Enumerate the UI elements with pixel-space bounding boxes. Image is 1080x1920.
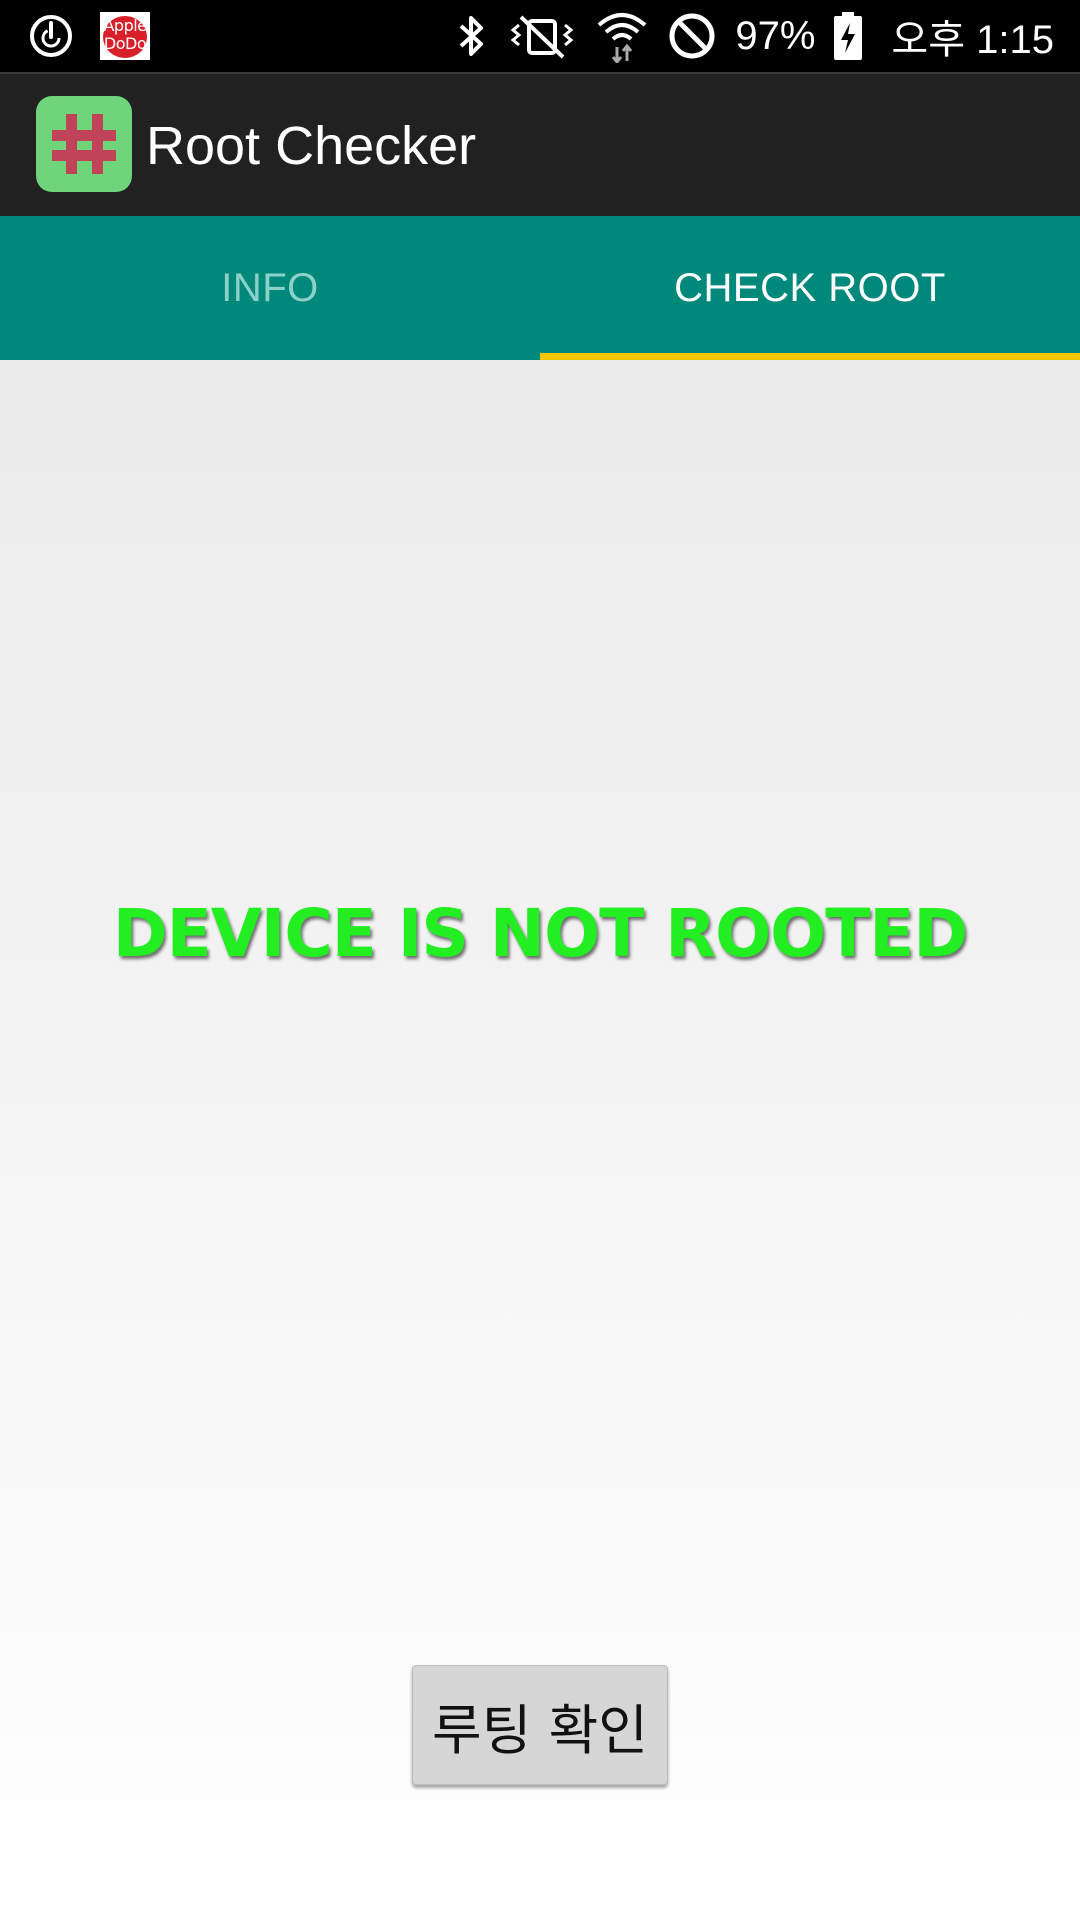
status-bar: Apple DoDo 97% 오후 1:15	[0, 0, 1080, 72]
action-bar: Root Checker	[0, 72, 1080, 218]
tab-info-label: INFO	[221, 265, 319, 310]
root-status-message: DEVICE IS NOT ROOTED	[112, 895, 968, 972]
battery-charging-icon	[833, 11, 863, 61]
tab-selected-indicator	[540, 353, 1080, 360]
vibrate-mute-icon	[507, 13, 577, 59]
tab-info[interactable]: INFO	[0, 216, 540, 360]
app-hash-icon	[36, 96, 132, 192]
check-root-button[interactable]: 루팅 확인	[412, 1665, 668, 1785]
power-cycle-icon	[28, 13, 74, 59]
status-time: 오후 1:15	[891, 18, 1054, 62]
check-root-panel: DEVICE IS NOT ROOTED 루팅 확인	[0, 360, 1080, 1920]
do-not-disturb-icon	[667, 11, 717, 61]
wifi-icon	[595, 9, 649, 63]
bluetooth-icon	[455, 12, 489, 60]
tab-check-root-label: CHECK ROOT	[674, 265, 946, 310]
battery-percentage: 97%	[735, 13, 816, 58]
tab-bar: INFO CHECK ROOT	[0, 216, 1080, 360]
tab-check-root[interactable]: CHECK ROOT	[540, 216, 1080, 360]
app-title: Root Checker	[146, 116, 477, 176]
apple-dodo-notification-icon: Apple DoDo	[100, 12, 150, 60]
